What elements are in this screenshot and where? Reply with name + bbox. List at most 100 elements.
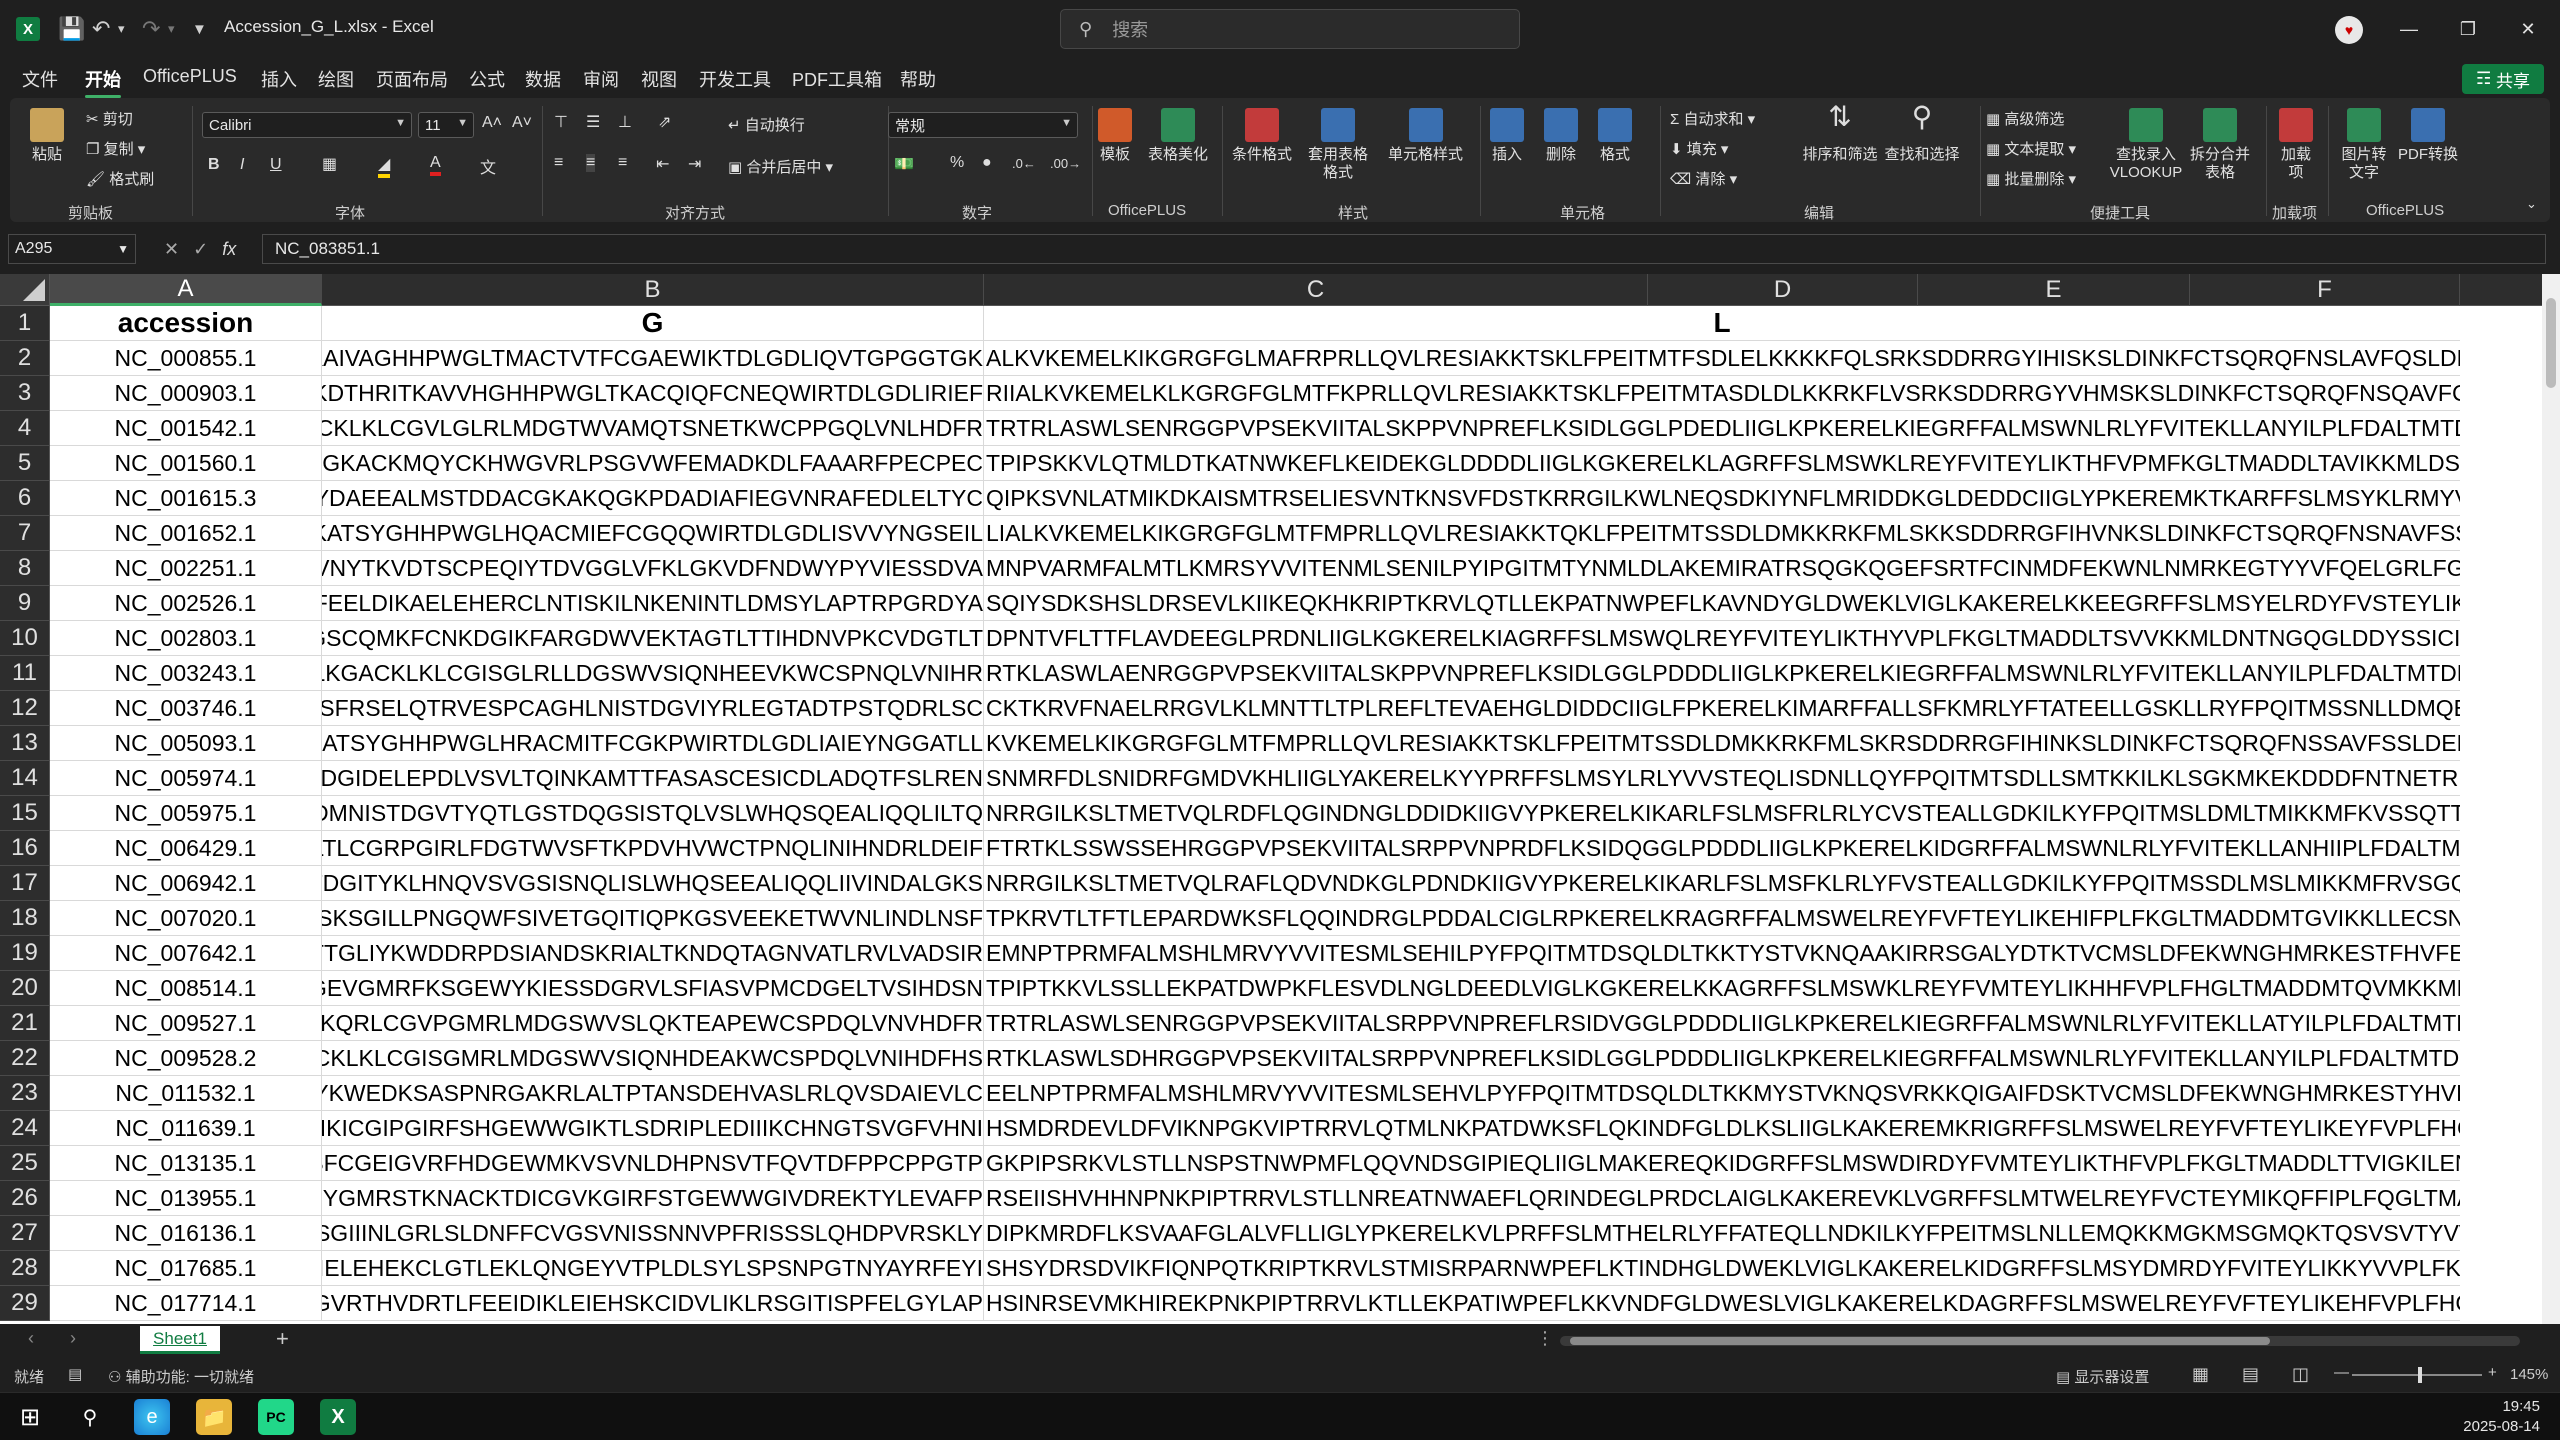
g-sequence-cell[interactable]: KKTIGVSFRSELQTRVESPCAGHLNISTDGVIYRLEGTAD… (322, 691, 984, 726)
g-sequence-cell[interactable]: FGGSCQMKFCNKDGIKFARGDWVEKTAGTLTTIHDNVPKC… (322, 621, 984, 656)
row-header[interactable]: 8 (0, 551, 50, 586)
accession-cell[interactable]: NC_017714.1 (50, 1286, 322, 1321)
align-left-icon[interactable]: ≡ (554, 154, 563, 172)
addins-button[interactable]: 加载项 (2274, 108, 2318, 182)
accession-cell[interactable]: NC_000903.1 (50, 376, 322, 411)
insert-function-icon[interactable]: fx (222, 239, 236, 260)
horizontal-scrollbar[interactable] (1560, 1336, 2520, 1346)
g-sequence-cell[interactable]: CVGDMNISTDGVTYQTLGSTDQGSISTQLVSLWHQSQEAL… (322, 796, 984, 831)
g-sequence-cell[interactable]: ISMCGEVGMRFKSGEWYKIESSDGRVLSFIASVPMCDGEL… (322, 971, 984, 1006)
l-sequence-cell[interactable]: HSINRSEVMKHIREKPNKPIPTRRVLKTLLEKPATIWPEF… (984, 1286, 2460, 1321)
accession-cell[interactable]: NC_009527.1 (50, 1006, 322, 1041)
clock[interactable]: 19:45 2025-08-14 (2463, 1397, 2540, 1437)
format-cells-button[interactable]: 格式 (1598, 108, 1632, 164)
avatar[interactable]: ♥ (2335, 16, 2363, 44)
tab-draw[interactable]: 绘图 (318, 66, 354, 92)
vlookup-button[interactable]: 查找录入VLOOKUP (2106, 108, 2186, 182)
row-header[interactable]: 24 (0, 1111, 50, 1146)
accession-cell[interactable]: NC_002251.1 (50, 551, 322, 586)
l-sequence-cell[interactable]: TRTRLASWLSENRGGPVPSEKVIITALSRPPVNPREFLRS… (984, 1006, 2460, 1041)
accession-cell[interactable]: NC_003243.1 (50, 656, 322, 691)
header-cell-g[interactable]: G (322, 306, 984, 341)
align-right-icon[interactable]: ≡ (618, 154, 627, 172)
row-header[interactable]: 17 (0, 866, 50, 901)
table-beautify-button[interactable]: 表格美化 (1148, 108, 1208, 164)
phonetic-icon[interactable]: 文 (480, 154, 496, 178)
number-format-select[interactable]: 常规 ▼ (888, 112, 1078, 138)
g-sequence-cell[interactable]: ACIIKICGIPGIRFSHGEWWGIKTLSDRIPLEDIIIKCHN… (322, 1111, 984, 1146)
row-header[interactable]: 14 (0, 761, 50, 796)
g-sequence-cell[interactable]: FFYDAEEALMSTDDACGKAKQGKPDADIAFIEGVNRAFED… (322, 481, 984, 516)
g-sequence-cell[interactable]: ERSGIIINLGRLSLDNFFCVGSVNISSNNVPFRISSSLQH… (322, 1216, 984, 1251)
tab-home[interactable]: 开始 (85, 66, 121, 98)
accession-cell[interactable]: NC_011639.1 (50, 1111, 322, 1146)
zoom-in-icon[interactable]: + (2488, 1364, 2497, 1381)
copy-button[interactable]: ❐ 复制 ▾ (86, 138, 145, 159)
decrease-indent-icon[interactable]: ⇤ (656, 154, 669, 174)
accession-cell[interactable]: NC_013135.1 (50, 1146, 322, 1181)
column-header-c[interactable]: C (984, 274, 1648, 306)
row-header[interactable]: 11 (0, 656, 50, 691)
g-sequence-cell[interactable]: GACKQRLCGVPGMRLMDGSWVSLQKTEAPEWCSPDQLVNV… (322, 1006, 984, 1041)
l-sequence-cell[interactable]: FTRTKLSSWSSEHRGGPVPSEKVIITALSRPPVNPRDFLK… (984, 831, 2460, 866)
g-sequence-cell[interactable]: VKATSYGHHPWGLHRACMITFCGKPWIRTDLGDLIAIEYN… (322, 726, 984, 761)
align-middle-icon[interactable]: ☰ (586, 112, 600, 132)
accession-cell[interactable]: NC_000855.1 (50, 341, 322, 376)
l-sequence-cell[interactable]: HSMDRDEVLDFVIKNPGKVIPTRRVLQTMLNKPATDWKSF… (984, 1111, 2460, 1146)
formula-input[interactable]: NC_083851.1 (262, 234, 2546, 264)
g-sequence-cell[interactable]: ACKLTLCGRPGIRLFDGTWVSFTKPDVHVWCTPNQLINIH… (322, 831, 984, 866)
delete-cells-button[interactable]: 删除 (1544, 108, 1578, 164)
accession-cell[interactable]: NC_001560.1 (50, 446, 322, 481)
l-sequence-cell[interactable]: RTKLASWLAENRGGPVPSEKVIITALSKPPVNPREFLKSI… (984, 656, 2460, 691)
tab-data[interactable]: 数据 (525, 66, 561, 92)
row-header[interactable]: 29 (0, 1286, 50, 1321)
customize-toolbar-icon[interactable]: ▼ (192, 14, 207, 44)
row-header[interactable]: 22 (0, 1041, 50, 1076)
zoom-slider[interactable] (2352, 1367, 2482, 1383)
tab-pdf-tools[interactable]: PDF工具箱 (792, 66, 882, 92)
redo-icon[interactable]: ↷ (142, 14, 160, 44)
pdf-convert-button[interactable]: PDF转换 (2398, 108, 2458, 164)
l-sequence-cell[interactable]: RIIALKVKEMELKLKGRGFGLMTFKPRLLQVLRESIAKKT… (984, 376, 2460, 411)
fill-color-icon[interactable]: ◢ (378, 154, 391, 178)
name-box[interactable]: A295 ▼ (8, 234, 136, 264)
row-header[interactable]: 4 (0, 411, 50, 446)
align-center-icon[interactable]: ≡ (586, 154, 596, 172)
column-header-d[interactable]: D (1648, 274, 1918, 306)
format-painter-button[interactable]: 🖌 格式刷 (86, 168, 154, 189)
prev-sheet-icon[interactable]: ‹ (28, 1328, 34, 1349)
file-explorer-icon[interactable]: 📁 (196, 1399, 232, 1435)
accession-cell[interactable]: NC_017685.1 (50, 1251, 322, 1286)
row-header[interactable]: 26 (0, 1181, 50, 1216)
accession-cell[interactable]: NC_011532.1 (50, 1076, 322, 1111)
increase-decimal-icon[interactable]: .0← (1012, 156, 1036, 171)
header-cell-l[interactable]: L (984, 306, 2460, 341)
page-break-view-icon[interactable]: ◫ (2292, 1364, 2309, 1385)
insert-cells-button[interactable]: 插入 (1490, 108, 1524, 164)
find-select-button[interactable]: ⚲ 查找和选择 (1882, 103, 1962, 164)
l-sequence-cell[interactable]: MNPVARMFALMTLKMRSYVVITENMLSENILPYIPGITMT… (984, 551, 2460, 586)
l-sequence-cell[interactable]: LIALKVKEMELKIKGRGFGLMTFMPRLLQVLRESIAKKTQ… (984, 516, 2460, 551)
share-button[interactable]: ☶ 共享 (2462, 64, 2544, 94)
row-header[interactable]: 10 (0, 621, 50, 656)
batch-delete-button[interactable]: ▦ 批量删除 ▾ (1986, 168, 2076, 189)
cut-button[interactable]: ✂ 剪切 (86, 108, 133, 129)
align-top-icon[interactable]: ⊤ (554, 112, 568, 132)
italic-button[interactable]: I (240, 156, 244, 174)
zoom-slider-thumb[interactable] (2418, 1367, 2422, 1383)
merge-center-button[interactable]: ▣ 合并后居中 ▾ (728, 156, 833, 177)
underline-button[interactable]: U (270, 156, 282, 174)
row-header[interactable]: 28 (0, 1251, 50, 1286)
g-sequence-cell[interactable]: DLEFEIELEHEKCLGTLEKLQNGEYVTPLDLSYLSPSNPG… (322, 1251, 984, 1286)
row-header[interactable]: 15 (0, 796, 50, 831)
accession-cell[interactable]: NC_005975.1 (50, 796, 322, 831)
bold-button[interactable]: B (208, 156, 220, 174)
cancel-icon[interactable]: ✕ (164, 239, 179, 260)
g-sequence-cell[interactable]: GACKLKLCGVLGLRLMDGTWVAMQTSNETKWCPPGQLVNL… (322, 411, 984, 446)
sheet-tab-sheet1[interactable]: Sheet1 (140, 1326, 220, 1354)
zoom-out-icon[interactable]: — (2334, 1364, 2349, 1381)
row-header[interactable]: 25 (0, 1146, 50, 1181)
row-header[interactable]: 1 (0, 306, 50, 341)
l-sequence-cell[interactable]: CKTKRVFNAELRRGVLKLMNTTLTPLREFLTEVAEHGLDI… (984, 691, 2460, 726)
l-sequence-cell[interactable]: TRTRLASWLSENRGGPVPSEKVIITALSKPPVNPREFLKS… (984, 411, 2460, 446)
